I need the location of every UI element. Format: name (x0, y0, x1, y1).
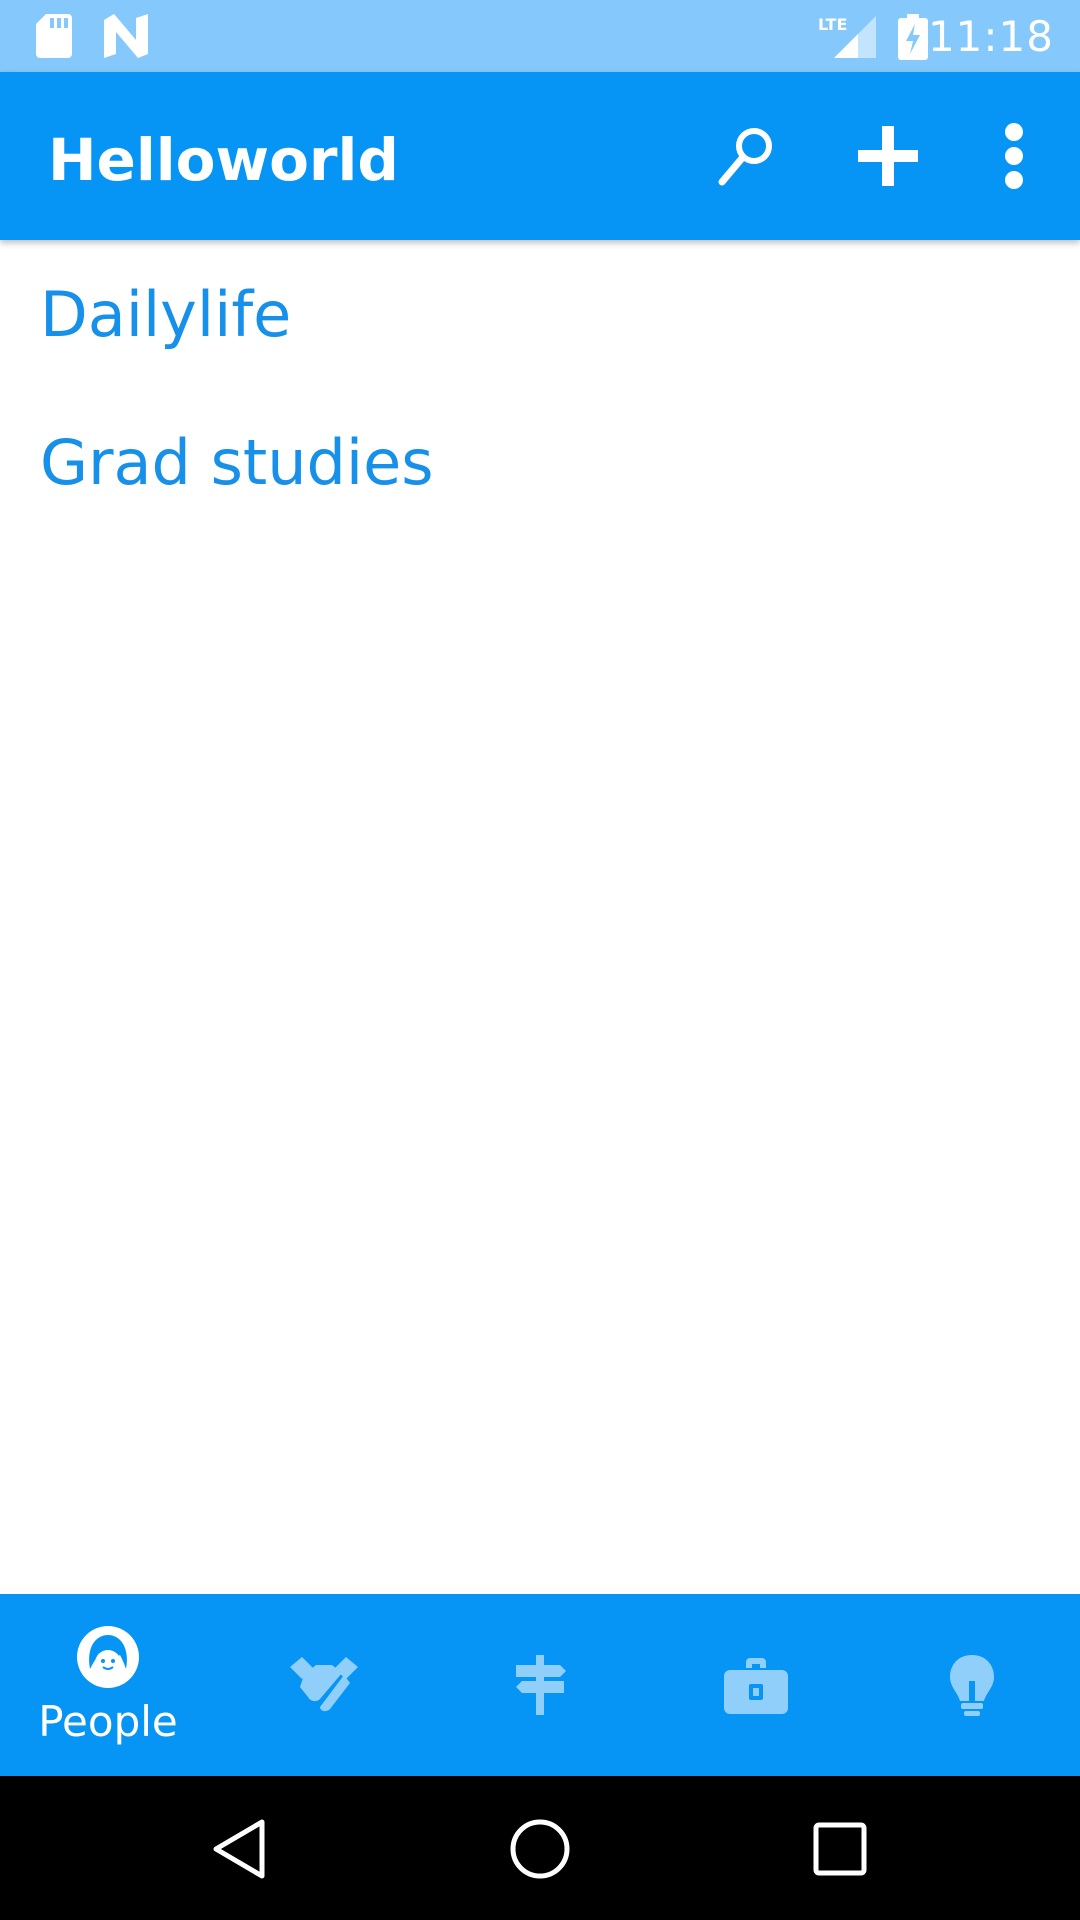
person-icon (77, 1625, 139, 1688)
status-time: 11:18 (927, 12, 1054, 61)
category-list: Dailylife Grad studies (0, 240, 1080, 536)
list-item[interactable]: Dailylife (0, 240, 1080, 388)
more-vert-icon (1005, 123, 1023, 189)
briefcase-icon (724, 1658, 788, 1714)
home-icon[interactable] (505, 1814, 575, 1884)
tab-people-label: People (38, 1696, 178, 1746)
tab-lightbulb[interactable] (864, 1594, 1080, 1776)
svg-text:LTE: LTE (818, 15, 847, 34)
lightbulb-icon (950, 1655, 994, 1716)
search-icon (718, 128, 772, 186)
app-title: Helloworld (48, 126, 399, 194)
system-navigation-bar (0, 1776, 1080, 1920)
app-bar: Helloworld (0, 72, 1080, 240)
battery-charging-icon (898, 14, 928, 60)
lte-signal-icon: LTE (818, 15, 876, 58)
add-button[interactable] (846, 114, 930, 198)
handshake-icon (290, 1657, 358, 1712)
back-icon[interactable] (206, 1814, 276, 1884)
tab-handshake[interactable] (216, 1594, 432, 1776)
recents-icon[interactable] (805, 1814, 875, 1884)
tab-briefcase[interactable] (648, 1594, 864, 1776)
more-options-button[interactable] (972, 114, 1056, 198)
tab-people[interactable]: People (0, 1594, 216, 1776)
list-item-label: Dailylife (40, 277, 292, 351)
status-bar: LTE 11:18 (0, 0, 1080, 72)
add-icon (858, 126, 918, 186)
bottom-navigation: People (0, 1594, 1080, 1776)
sd-card-icon (36, 14, 72, 58)
list-item-label: Grad studies (40, 425, 434, 499)
search-button[interactable] (704, 114, 788, 198)
signpost-icon (516, 1655, 566, 1715)
notification-n-icon (104, 14, 148, 58)
tab-signpost[interactable] (432, 1594, 648, 1776)
list-item[interactable]: Grad studies (0, 388, 1080, 536)
